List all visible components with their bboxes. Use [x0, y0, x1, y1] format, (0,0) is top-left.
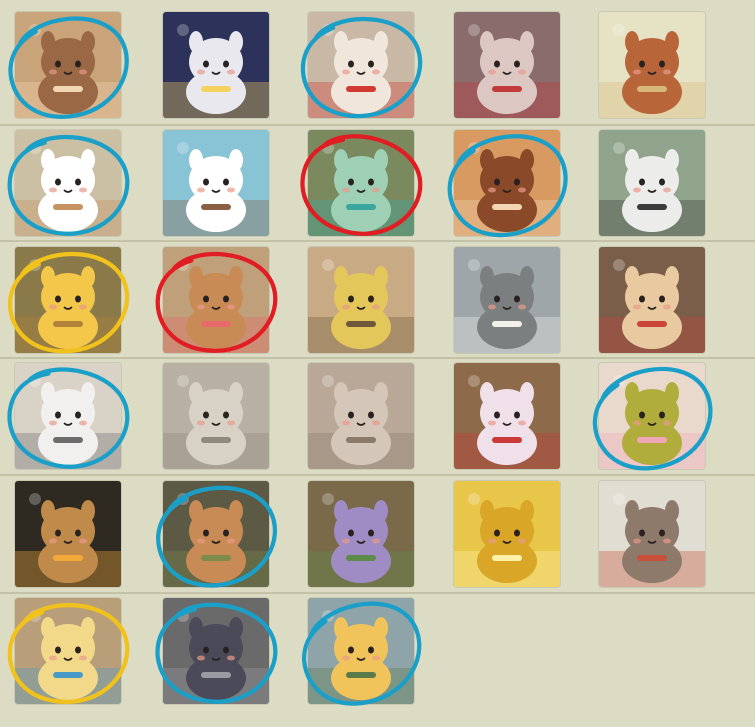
dark-mole-icon[interactable]: [163, 598, 269, 704]
achievement-grid: [0, 0, 755, 727]
boat-ocean-icon[interactable]: [163, 130, 269, 236]
row-divider: [0, 592, 755, 594]
bunny-drink-icon[interactable]: [308, 12, 414, 118]
shiba-dogs-hug-icon[interactable]: [15, 12, 121, 118]
sleeping-bunny-sketch-icon[interactable]: [163, 363, 269, 469]
fox-sandcastle-icon[interactable]: [599, 12, 705, 118]
turtle-hammer-icon[interactable]: [308, 247, 414, 353]
raccoon-glasses-icon[interactable]: [15, 363, 121, 469]
frog-pond-icon[interactable]: [308, 130, 414, 236]
hedgehog-helmet-icon[interactable]: [163, 481, 269, 587]
shiba-cookie-icon[interactable]: [163, 247, 269, 353]
stone-sloth-icon[interactable]: [454, 247, 560, 353]
flame-turtle-icon[interactable]: [15, 481, 121, 587]
row-divider: [0, 357, 755, 359]
row-divider: [0, 124, 755, 126]
turtle-waving-icon[interactable]: [599, 363, 705, 469]
white-cat-starry-icon[interactable]: [163, 12, 269, 118]
garden-trowel-icon[interactable]: [308, 481, 414, 587]
giraffe-glasses-icon[interactable]: [308, 598, 414, 704]
rabbit-piano-icon[interactable]: [454, 12, 560, 118]
apple-core-icon[interactable]: [599, 247, 705, 353]
row-divider: [0, 474, 755, 476]
bunny-scarf-turtle-icon[interactable]: [454, 363, 560, 469]
guinea-pig-sprout-icon[interactable]: [15, 130, 121, 236]
pinwheel-icon[interactable]: [15, 247, 121, 353]
panda-noodles-icon[interactable]: [599, 130, 705, 236]
mole-mushroom-hat-icon[interactable]: [599, 481, 705, 587]
golden-fish-icon[interactable]: [454, 481, 560, 587]
golden-carrot-icon[interactable]: [15, 598, 121, 704]
row-divider: [0, 240, 755, 242]
capybara-bed-sketch-icon[interactable]: [308, 363, 414, 469]
red-panda-face-icon[interactable]: [454, 130, 560, 236]
